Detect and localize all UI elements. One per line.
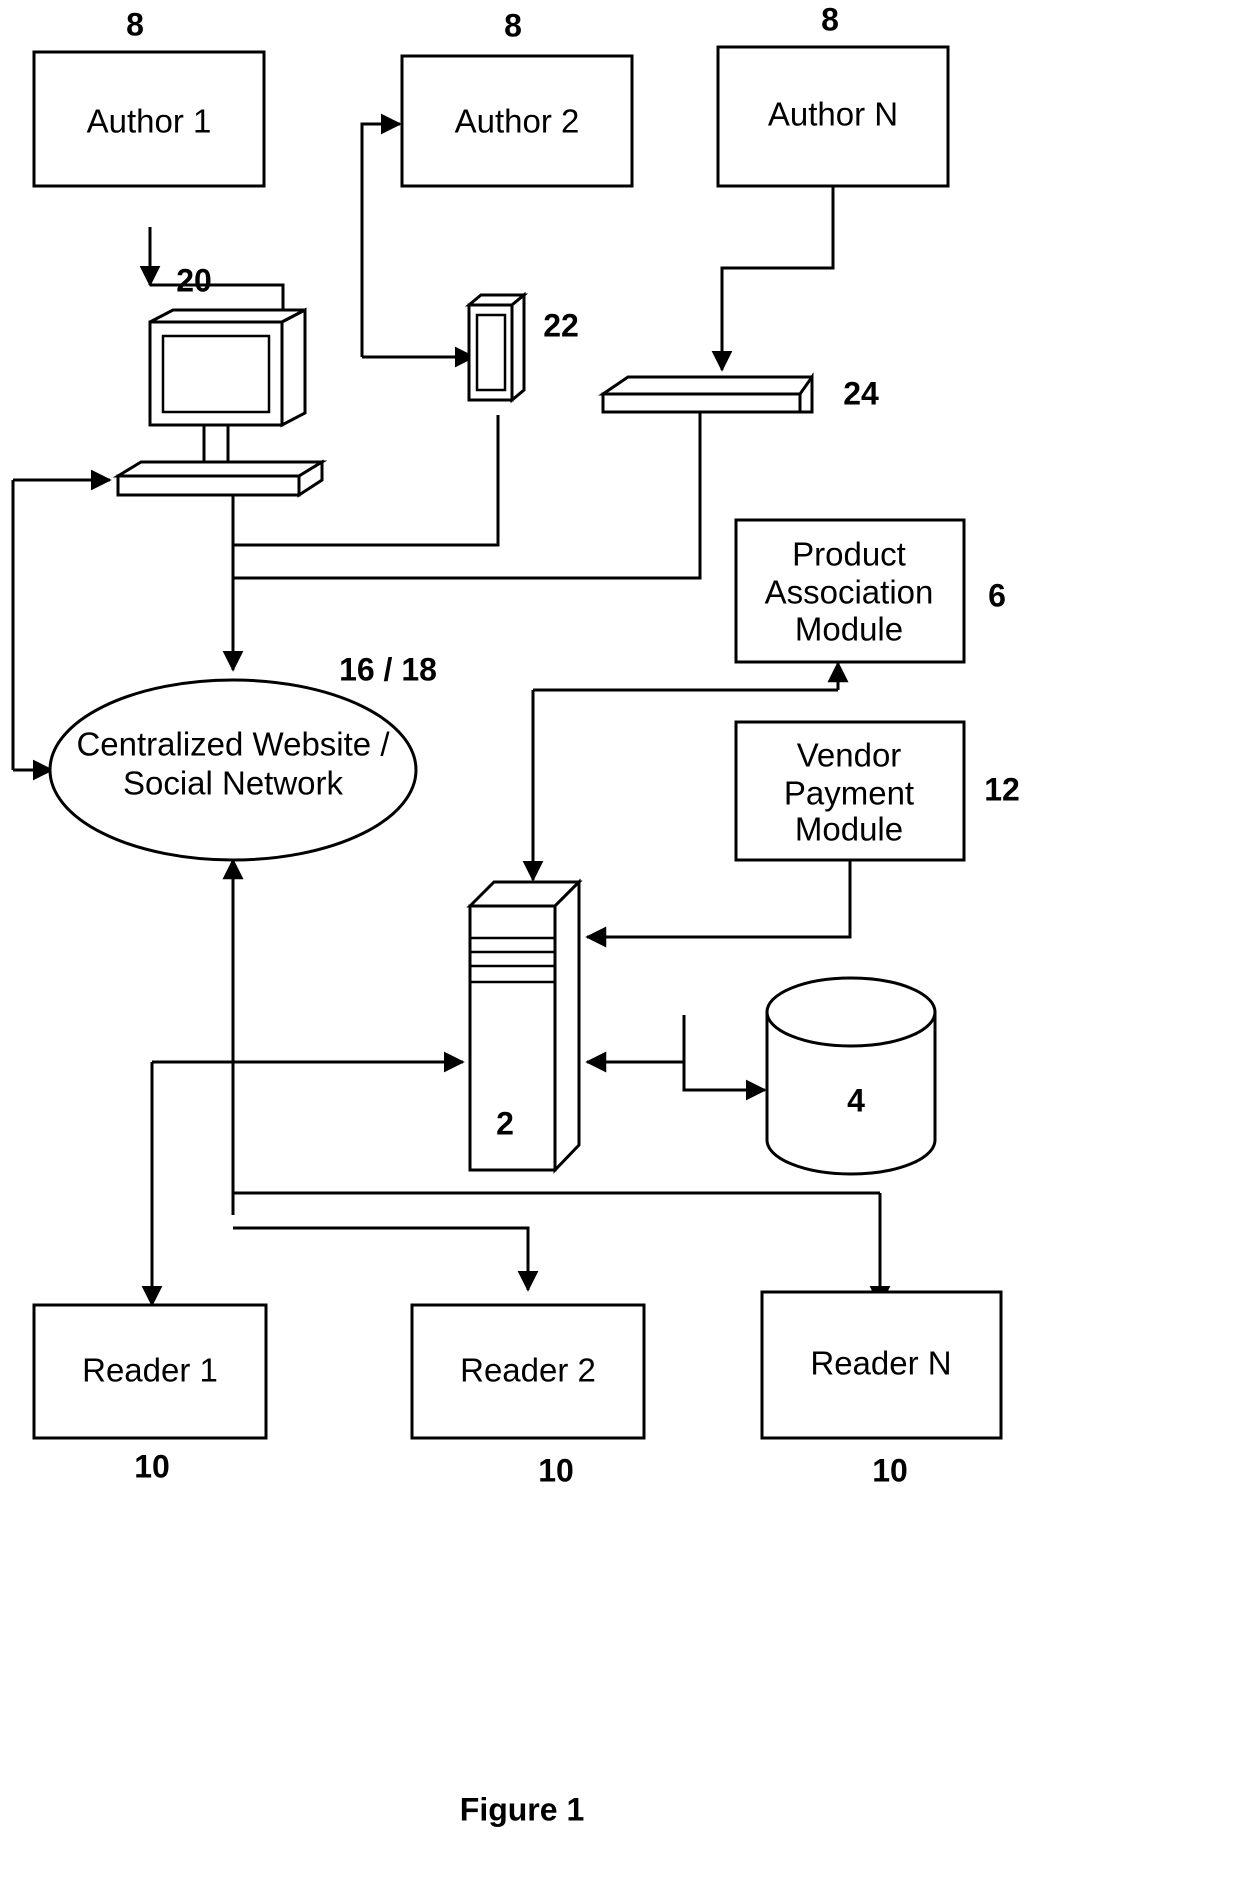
wire-authorN-to-tablet (711, 186, 835, 372)
wire-vendor-module-to-server (585, 860, 852, 948)
readerN-label: Reader N (810, 1345, 951, 1382)
product-association-module-line3: Module (795, 611, 903, 648)
centralized-website-label-line2: Social Network (123, 765, 344, 802)
authorN-ref: 8 (821, 1, 839, 37)
centralized-website-label-line1: Centralized Website / (76, 726, 390, 763)
product-association-module-line2: Association (765, 574, 934, 611)
vendor-payment-module-ref: 12 (984, 771, 1020, 807)
wire-server-to-db (682, 1015, 767, 1101)
database-cylinder-icon[interactable] (765, 976, 937, 1176)
wire-server-bottom-bus2 (233, 1226, 539, 1292)
reader2-ref: 10 (538, 1452, 574, 1488)
author1-label: Author 1 (87, 103, 212, 140)
wire-db-to-server (585, 1015, 686, 1073)
readerN-ref: 10 (872, 1452, 908, 1488)
database-ref: 4 (847, 1082, 865, 1118)
reader1-ref: 10 (134, 1448, 170, 1484)
author1-ref: 8 (126, 6, 144, 42)
centralized-website-ref: 16 / 18 (339, 651, 437, 687)
vendor-payment-module-line1: Vendor (797, 737, 902, 774)
vendor-payment-module-line2: Payment (784, 775, 914, 812)
reader1-label: Reader 1 (82, 1352, 218, 1389)
desktop-computer-ref: 20 (176, 262, 212, 298)
mobile-phone-ref: 22 (543, 307, 579, 343)
figure-canvas: Author 1 8 Author 2 8 Author N 8 20 22 2… (0, 0, 1240, 1888)
server-ref: 2 (496, 1105, 514, 1141)
product-association-module-ref: 6 (988, 577, 1006, 613)
wire-author2-from-phone (360, 113, 402, 357)
figure-caption: Figure 1 (460, 1791, 584, 1827)
server-tower-icon[interactable] (466, 878, 583, 1174)
mobile-phone-icon[interactable] (464, 291, 529, 404)
authorN-label: Author N (768, 96, 898, 133)
author2-label: Author 2 (455, 103, 580, 140)
tablet-device-icon[interactable] (598, 372, 814, 414)
reader2-label: Reader 2 (460, 1352, 596, 1389)
system-architecture-diagram: Author 1 8 Author 2 8 Author N 8 20 22 2… (11, 1, 1020, 1827)
author2-ref: 8 (504, 7, 522, 43)
desktop-computer-icon[interactable] (112, 307, 328, 498)
product-association-module-line1: Product (792, 536, 906, 573)
vendor-payment-module-line3: Module (795, 811, 903, 848)
tablet-device-ref: 24 (843, 375, 879, 411)
